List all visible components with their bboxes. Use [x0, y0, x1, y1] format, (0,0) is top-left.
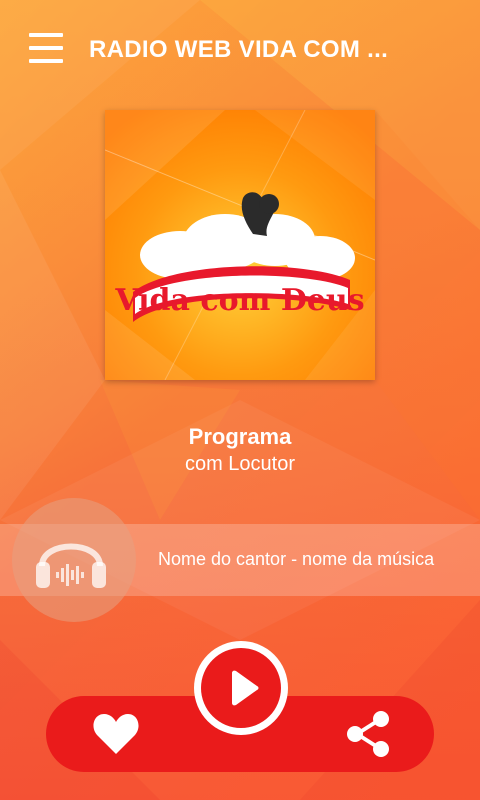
play-button-circle [201, 648, 281, 728]
share-icon[interactable] [345, 710, 391, 758]
app-bar: RADIO WEB VIDA COM ... [0, 0, 480, 100]
program-title: Programa [188, 424, 292, 449]
program-host: com Locutor [184, 453, 296, 475]
play-button[interactable] [194, 641, 288, 735]
app-title: RADIO WEB VIDA COM ... [89, 36, 389, 63]
hamburger-menu-icon[interactable] [29, 33, 63, 63]
logo-text: Vida com Deus [114, 283, 364, 318]
play-icon [232, 670, 259, 706]
headphones-icon [34, 524, 108, 592]
station-logo: Vida com Deus [105, 110, 375, 380]
track-info: Nome do cantor - nome da música [158, 549, 435, 569]
heart-icon[interactable] [92, 712, 140, 756]
